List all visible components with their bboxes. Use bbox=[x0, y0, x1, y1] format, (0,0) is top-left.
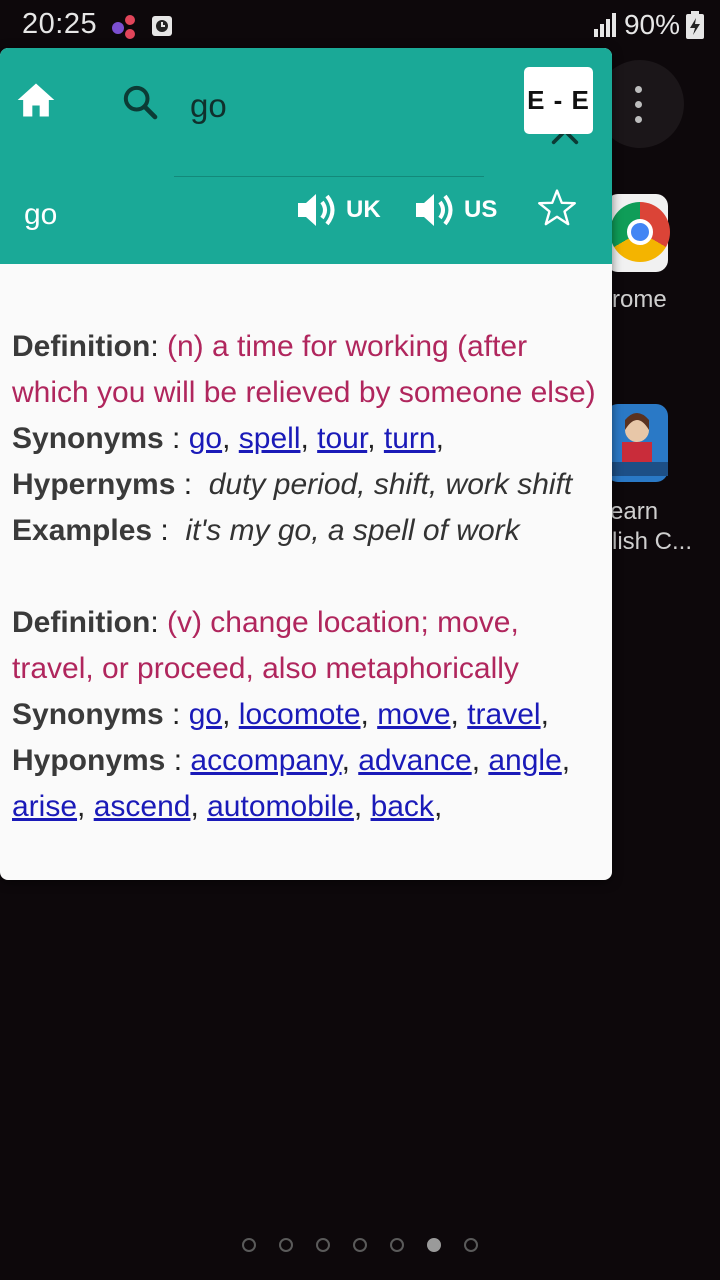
hyponym-link[interactable]: advance bbox=[358, 744, 471, 777]
hyponym-link[interactable]: back bbox=[371, 790, 434, 823]
chrome-app-label: rome bbox=[612, 286, 667, 313]
uk-pronunciation-button[interactable]: UK bbox=[296, 188, 381, 232]
hypernyms-text: duty period, shift, work shift bbox=[208, 468, 573, 501]
synonym-link[interactable]: locomote bbox=[239, 698, 361, 731]
home-icon[interactable] bbox=[14, 78, 58, 122]
synonyms-label: Synonyms bbox=[12, 698, 164, 731]
battery-charging-icon bbox=[686, 11, 704, 39]
definition-content: Definition: (n) a time for working (afte… bbox=[12, 324, 602, 876]
status-bar: 20:25 90% bbox=[0, 0, 720, 50]
page-dot-active bbox=[427, 1238, 441, 1252]
page-dot bbox=[279, 1238, 293, 1252]
english-app-label-1: earn bbox=[610, 498, 659, 525]
definition-label: Definition bbox=[12, 330, 151, 363]
uk-label: UK bbox=[346, 196, 381, 223]
synonym-link[interactable]: spell bbox=[239, 422, 301, 455]
word-title: go bbox=[24, 198, 58, 231]
hyponyms-label: Hyponyms bbox=[12, 744, 166, 777]
more-vert-icon bbox=[635, 86, 642, 131]
dictionary-header: E - E go UK US bbox=[0, 48, 612, 264]
definition-label: Definition bbox=[12, 606, 151, 639]
us-label: US bbox=[464, 196, 498, 223]
notification-icons bbox=[112, 15, 172, 39]
page-dot bbox=[242, 1238, 256, 1252]
hyponym-link[interactable]: arise bbox=[12, 790, 77, 823]
speaker-icon bbox=[416, 194, 453, 226]
search-box bbox=[120, 78, 579, 177]
dictionary-popup: E - E go UK US Definition: (n) a time fo… bbox=[0, 48, 612, 880]
english-app-label-2: lish C... bbox=[612, 528, 693, 555]
chrome-logo-center bbox=[627, 219, 653, 245]
definition-entry: Definition: (n) a time for working (afte… bbox=[12, 330, 596, 547]
synonym-link[interactable]: tour bbox=[317, 422, 367, 455]
page-dot bbox=[353, 1238, 367, 1252]
synonym-link[interactable]: turn bbox=[384, 422, 436, 455]
search-icon[interactable] bbox=[120, 82, 160, 122]
signal-icon bbox=[593, 13, 616, 37]
status-right: 90% bbox=[592, 8, 704, 42]
us-pronunciation-button[interactable]: US bbox=[414, 188, 497, 232]
search-input[interactable] bbox=[190, 84, 410, 128]
synonym-link[interactable]: go bbox=[189, 698, 222, 731]
hypernyms-label: Hypernyms bbox=[12, 468, 176, 501]
speaker-icon bbox=[298, 194, 335, 226]
hyponym-link[interactable]: angle bbox=[488, 744, 561, 777]
page-dot bbox=[316, 1238, 330, 1252]
hyponym-link[interactable]: accompany bbox=[190, 744, 341, 777]
examples-text: it's my go, a spell of work bbox=[185, 514, 520, 547]
hyponym-link[interactable]: automobile bbox=[207, 790, 354, 823]
star-icon[interactable] bbox=[535, 186, 579, 230]
definition-entry: Definition: (v) change location; move, t… bbox=[12, 606, 571, 823]
status-time: 20:25 bbox=[22, 8, 98, 40]
language-toggle-button[interactable]: E - E bbox=[524, 67, 593, 134]
hyponym-link[interactable]: ascend bbox=[94, 790, 191, 823]
search-underline bbox=[174, 176, 484, 177]
synonym-link[interactable]: go bbox=[189, 422, 222, 455]
synonyms-label: Synonyms bbox=[12, 422, 164, 455]
english-app-icon[interactable] bbox=[606, 404, 668, 482]
english-app-artwork bbox=[606, 413, 668, 476]
page-indicator bbox=[0, 1238, 720, 1252]
page-dot bbox=[464, 1238, 478, 1252]
synonym-link[interactable]: travel bbox=[467, 698, 540, 731]
battery-percent: 90% bbox=[623, 9, 680, 40]
synonym-link[interactable]: move bbox=[377, 698, 450, 731]
page-dot bbox=[390, 1238, 404, 1252]
examples-label: Examples bbox=[12, 514, 153, 547]
